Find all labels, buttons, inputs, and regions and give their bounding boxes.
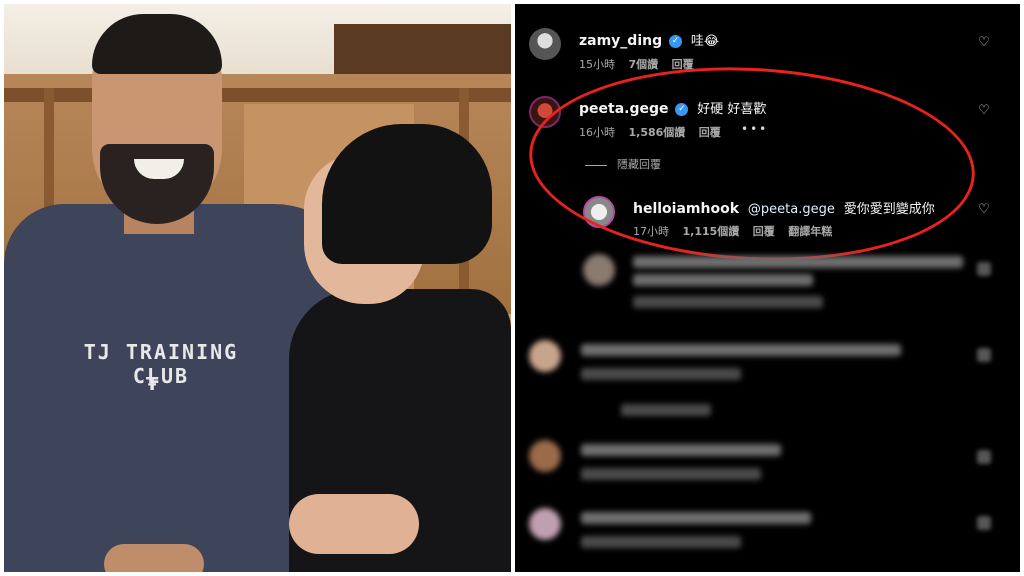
blurred-heart [977, 450, 991, 464]
reply-button[interactable]: 回覆 [753, 225, 775, 238]
heart-outline-icon[interactable]: ♡ [977, 203, 991, 217]
comment-header: zamy_ding ✓ 哇😂 [579, 30, 719, 49]
comment-likes[interactable]: 1,586個讚 [629, 126, 686, 139]
reply-text: 愛你愛到變成你 [843, 202, 935, 217]
avatar-helloiamhook[interactable] [583, 196, 615, 228]
avatar-peeta-gege[interactable] [529, 96, 561, 128]
comment-meta: 15小時 7個讚 回覆 [579, 56, 704, 72]
blurred-meta [633, 296, 823, 308]
shirt-logo-icon: Ŧ [146, 374, 159, 395]
blurred-meta [581, 368, 741, 380]
hide-replies-line [585, 164, 607, 166]
verified-badge-icon: ✓ [675, 102, 689, 116]
more-options-icon[interactable]: ••• [741, 122, 768, 136]
young-man-arm [289, 494, 419, 554]
reply-header: helloiamhook @peeta.gege 愛你愛到變成你 [633, 198, 935, 217]
comment-meta: 16小時 1,586個讚 回覆 [579, 124, 731, 140]
blurred-avatar [529, 440, 561, 472]
comment-likes[interactable]: 7個讚 [629, 58, 659, 71]
comment-time: 15小時 [579, 58, 615, 71]
reply-likes[interactable]: 1,115個讚 [683, 225, 740, 238]
comment-time: 16小時 [579, 126, 615, 139]
comment-header: peeta.gege ✓ 好硬 好喜歡 [579, 98, 766, 117]
reply-time: 17小時 [633, 225, 669, 238]
username-zamy-ding[interactable]: zamy_ding [579, 33, 662, 49]
reply-meta: 17小時 1,115個讚 回覆 翻譯年糕 [633, 223, 842, 239]
hide-replies-label: 隱藏回覆 [617, 158, 661, 171]
mention-link[interactable]: @peeta.gege [748, 202, 835, 217]
blurred-heart [977, 262, 991, 276]
comment-text: 好硬 好喜歡 [697, 102, 767, 117]
photo-panel: TJ TRAINING CLUB Ŧ [4, 4, 511, 572]
blurred-heart [977, 516, 991, 530]
blurred-replies [621, 404, 711, 416]
avatar-zamy-ding[interactable] [529, 28, 561, 60]
heart-outline-icon[interactable]: ♡ [977, 104, 991, 118]
username-peeta-gege[interactable]: peeta.gege [579, 101, 669, 117]
reply-button[interactable]: 回覆 [699, 126, 721, 139]
blurred-text [633, 256, 963, 268]
heart-outline-icon[interactable]: ♡ [977, 36, 991, 50]
shirt-text: TJ TRAINING CLUB [83, 340, 239, 388]
blurred-avatar [583, 254, 615, 286]
man-hand [104, 544, 204, 572]
blurred-text [581, 512, 811, 524]
young-man-hair [322, 124, 492, 264]
blurred-avatar [529, 508, 561, 540]
reply-button[interactable]: 回覆 [672, 58, 694, 71]
booth-rail [4, 88, 511, 102]
blurred-meta [581, 468, 761, 480]
blurred-text [581, 444, 781, 456]
username-helloiamhook[interactable]: helloiamhook [633, 201, 739, 217]
blurred-meta [581, 536, 741, 548]
comment-text: 哇😂 [690, 34, 720, 49]
blurred-heart [977, 348, 991, 362]
comments-panel: zamy_ding ✓ 哇😂 15小時 7個讚 回覆 ♡ peeta.gege … [515, 4, 1020, 572]
verified-badge-icon: ✓ [669, 34, 682, 48]
translate-button[interactable]: 翻譯年糕 [788, 225, 832, 238]
blurred-text [633, 274, 813, 286]
hide-replies-button[interactable]: 隱藏回覆 [585, 156, 661, 172]
blurred-text [581, 344, 901, 356]
blurred-avatar [529, 340, 561, 372]
